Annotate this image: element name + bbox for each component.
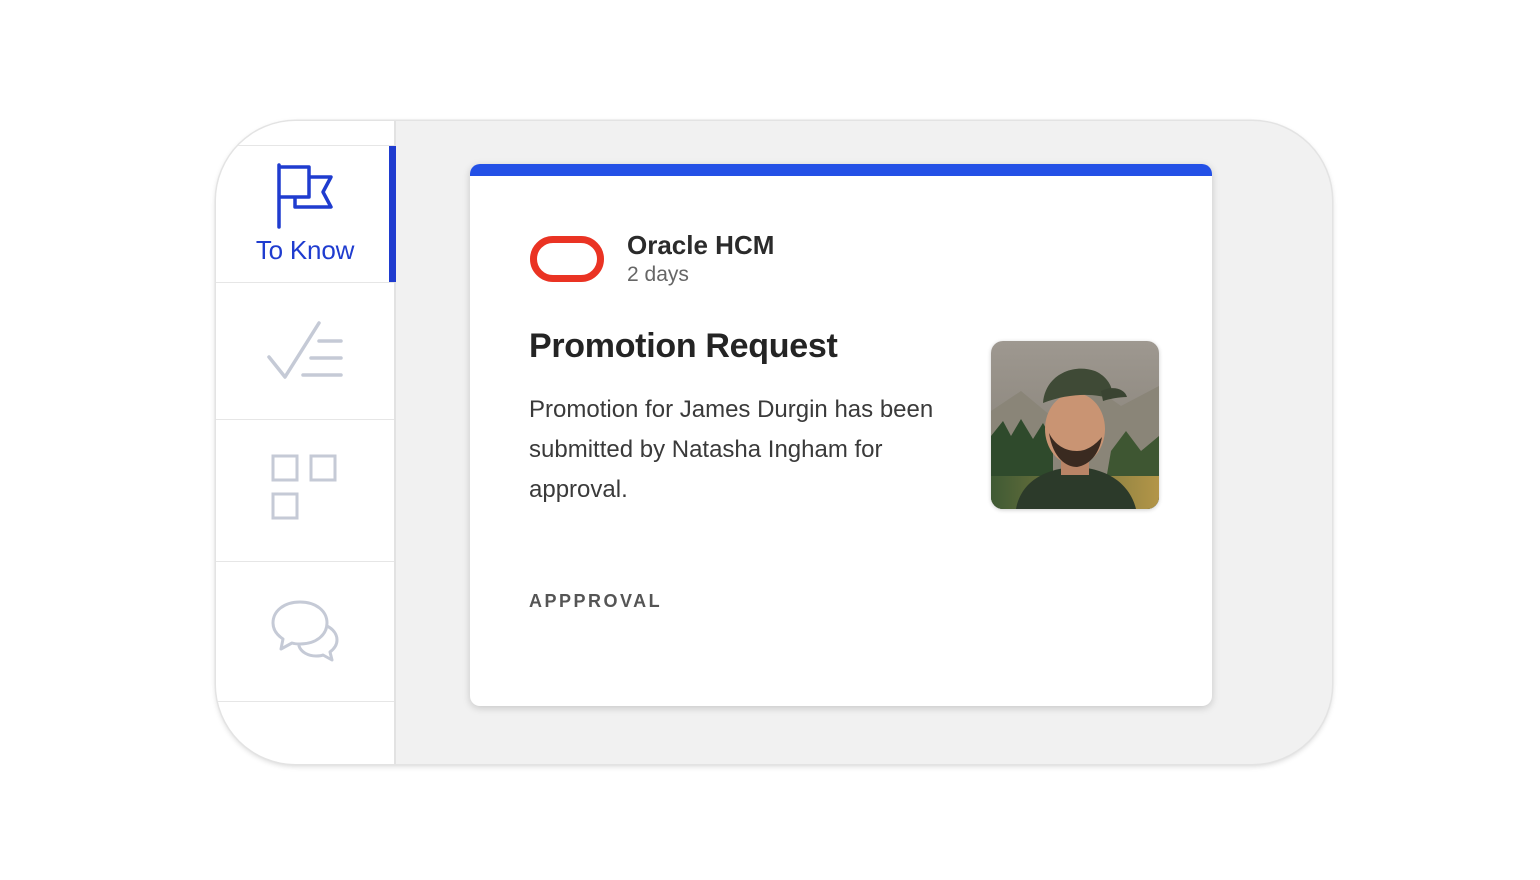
card-body: Promotion for James Durgin has been subm… [529, 396, 934, 503]
sidebar-item-label: To Know [255, 234, 355, 265]
sidebar: To Know [216, 121, 396, 764]
category-tag: APPPROVAL [529, 591, 663, 611]
app-window: To Know Oracle HCM 2 days Promotion Requ… [216, 121, 1332, 764]
oracle-logo-icon [530, 236, 604, 282]
card-title: Promotion Request [529, 327, 838, 365]
sidebar-item-to-know[interactable]: To Know [216, 145, 396, 282]
apps-grid-icon [271, 454, 337, 520]
card-accent-bar [470, 164, 1212, 176]
sidebar-item-apps[interactable] [216, 419, 394, 556]
sidebar-item-tasks[interactable] [216, 282, 394, 419]
flag-icon [277, 162, 333, 229]
source-name: Oracle HCM [627, 230, 775, 260]
chat-bubbles-icon [271, 600, 339, 662]
checklist-icon [267, 321, 343, 379]
sidebar-item-chat[interactable] [216, 561, 394, 698]
notification-card[interactable]: Oracle HCM 2 days Promotion Request Prom… [470, 164, 1212, 706]
avatar [991, 341, 1159, 509]
timestamp: 2 days [627, 263, 689, 286]
sidebar-item-empty [216, 701, 394, 764]
